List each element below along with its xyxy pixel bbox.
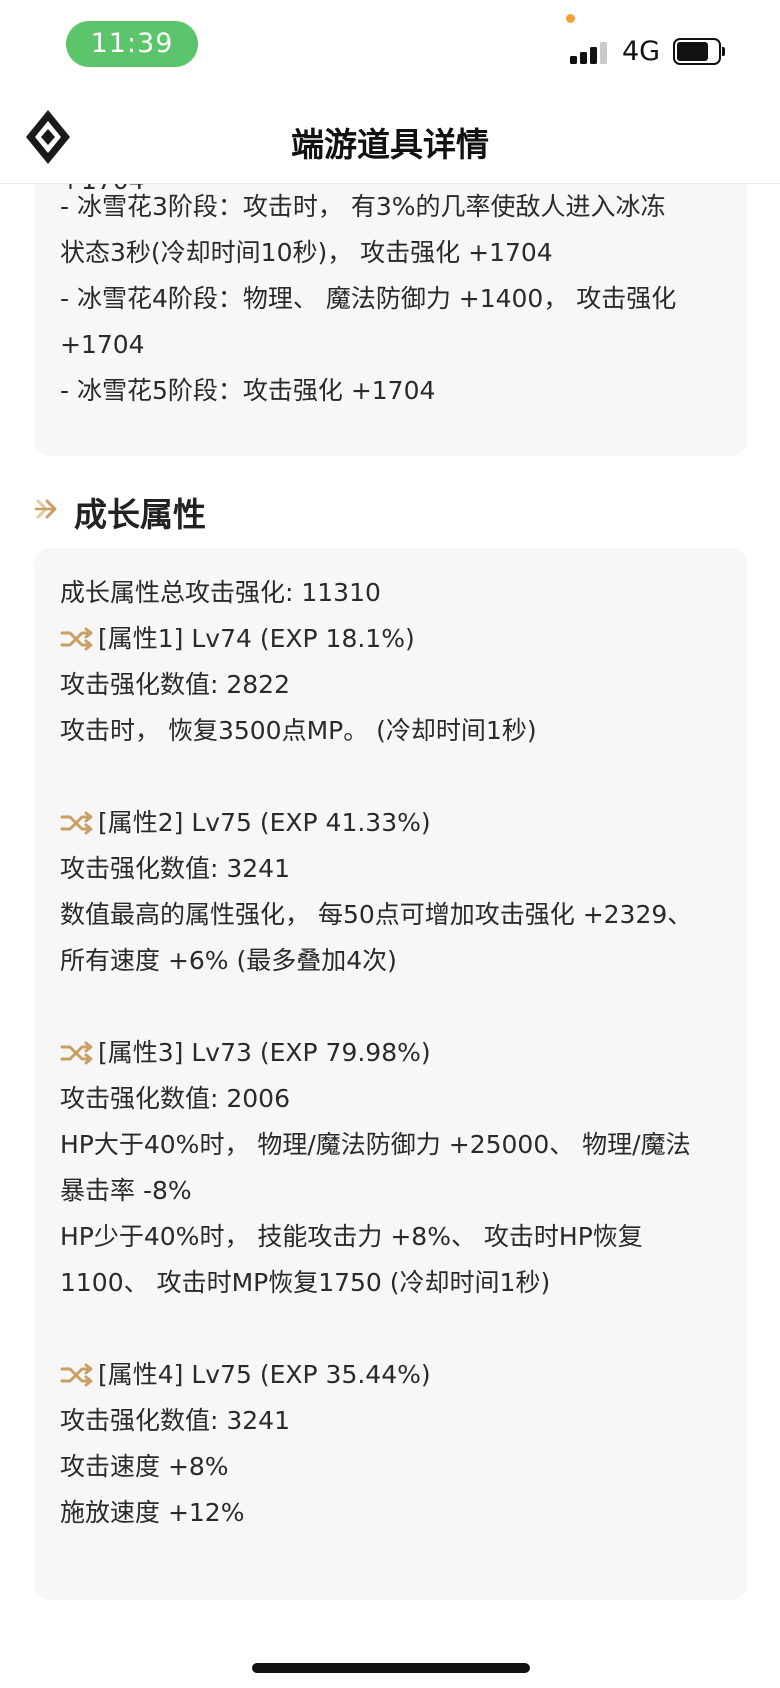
attr-header: [属性3] Lv73 (EXP 79.98%) [34,1030,692,1076]
attr-line: 攻击时， 恢复3500点MP。 (冷却时间1秒) [60,716,537,745]
attr-line: 数值最高的属性强化， 每50点可增加攻击强化 +2329、 [60,900,693,929]
attr-header: [属性1] Lv74 (EXP 18.1%) [34,616,692,662]
set-effect-card: +1704 - 冰雪花3阶段：攻击时， 有3%的几率使敌人进入冰冻 状态3秒(冷… [34,160,747,456]
cellular-signal-icon [570,40,610,64]
text-line: +1704 [60,330,145,359]
attr-header-text: [属性4] Lv75 (EXP 35.44%) [98,1360,431,1389]
attr-line: 攻击强化数值: 3241 [60,1406,290,1435]
attr-header-text: [属性3] Lv73 (EXP 79.98%) [98,1038,431,1067]
privacy-indicator-dot [566,14,575,23]
text-line: - 冰雪花4阶段：物理、 魔法防御力 +1400， 攻击强化 [60,284,677,313]
attr-line: 攻击强化数值: 3241 [60,854,290,883]
attr-line: 施放速度 +12% [60,1498,245,1527]
page-title: 端游道具详情 [291,125,489,164]
attr-line: 暴击率 -8% [60,1176,192,1205]
home-indicator[interactable] [252,1663,530,1673]
shuffle-icon [60,811,93,835]
attr-line: HP大于40%时， 物理/魔法防御力 +25000、 物理/魔法 [60,1130,691,1159]
attr-line: 所有速度 +6% (最多叠加4次) [60,946,397,975]
double-arrow-icon [34,499,57,519]
attr-line: HP少于40%时， 技能攻击力 +8%、 攻击时HP恢复 [60,1222,643,1251]
attr-line: 攻击速度 +8% [60,1452,229,1481]
attr-header-text: [属性2] Lv75 (EXP 41.33%) [98,808,431,837]
attr-line: 1100、 攻击时MP恢复1750 (冷却时间1秒) [60,1268,551,1297]
battery-icon [673,38,725,65]
app-header: 端游道具详情 [0,92,780,184]
attr-header: [属性4] Lv75 (EXP 35.44%) [34,1352,692,1398]
network-type: 4G [622,36,661,67]
attr-line: 攻击强化数值: 2006 [60,1084,290,1113]
attr-line: 攻击强化数值: 2822 [60,670,290,699]
attr-header: [属性2] Lv75 (EXP 41.33%) [34,800,692,846]
growth-attributes-card: 成长属性总攻击强化: 11310 [属性1] Lv74 (EXP 18.1%) … [34,548,747,1600]
section-title: 成长属性 [74,495,206,534]
status-bar: 11:39 4G [0,0,780,92]
text-line: - 冰雪花5阶段：攻击强化 +1704 [60,376,436,405]
shuffle-icon [60,627,93,651]
growth-total: 成长属性总攻击强化: 11310 [60,578,381,607]
attr-header-text: [属性1] Lv74 (EXP 18.1%) [98,624,415,653]
status-time: 11:39 [66,21,198,67]
shuffle-icon [60,1363,93,1387]
shuffle-icon [60,1041,93,1065]
text-line: 状态3秒(冷却时间10秒)， 攻击强化 +1704 [60,238,553,267]
